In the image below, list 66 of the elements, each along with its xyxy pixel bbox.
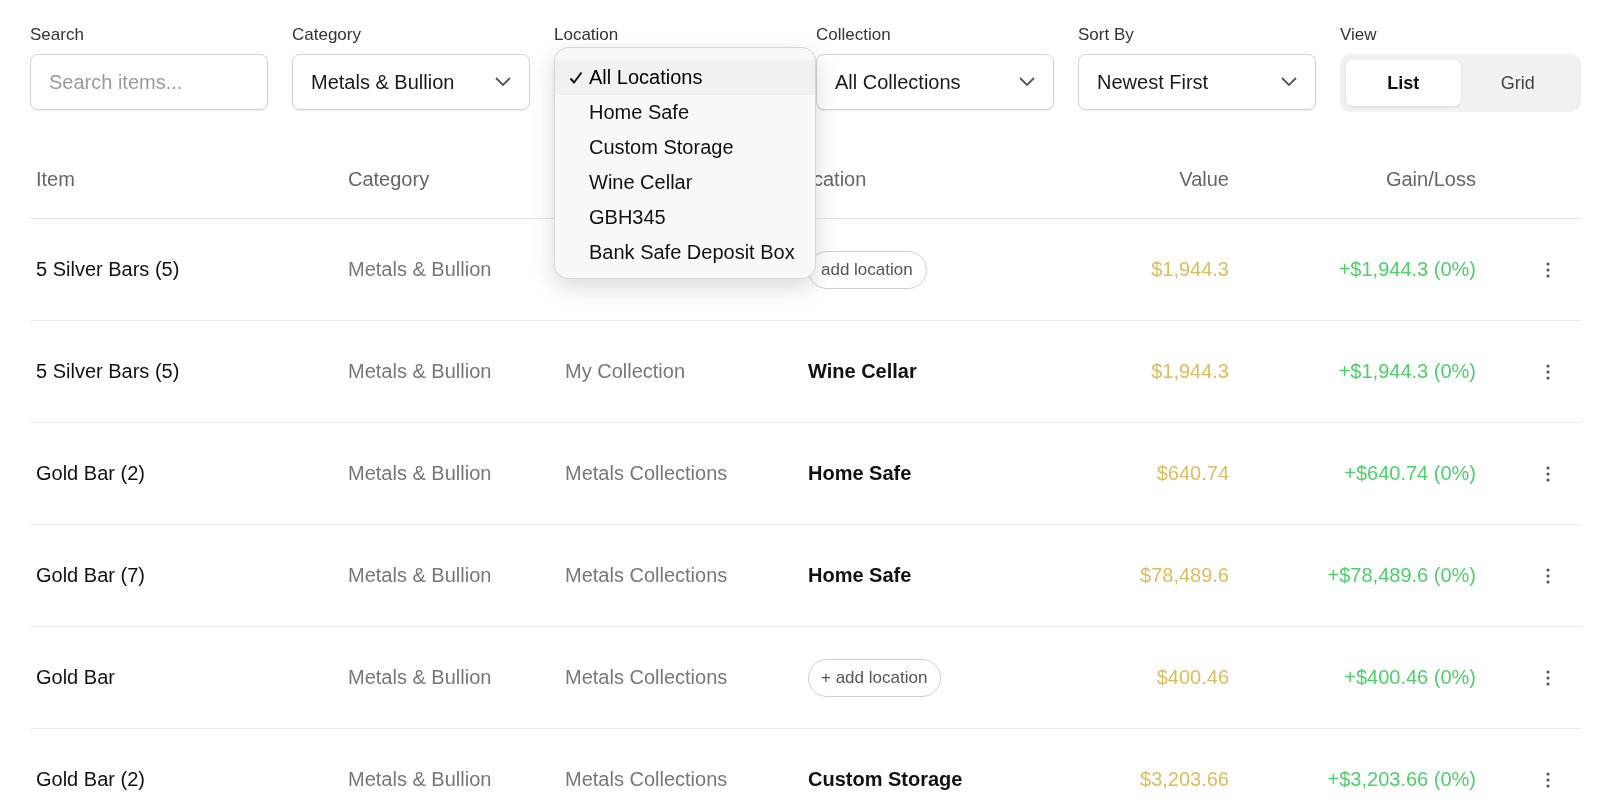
column-header: Category — [348, 168, 430, 191]
location-name: Home Safe — [808, 462, 912, 484]
view-tab[interactable]: List — [1346, 60, 1461, 106]
add-location-button[interactable]: add location — [808, 250, 927, 289]
location-name: Wine Cellar — [808, 360, 917, 382]
filter-label: Sort By — [1078, 25, 1134, 45]
gain-amount: +$640.74 (0%) — [1344, 462, 1476, 485]
dropdown-option[interactable]: Wine Cellar — [555, 165, 815, 200]
value-amount: $1,944.3 — [1151, 258, 1229, 281]
filter-label: Category — [292, 25, 361, 45]
filter-label: View — [1340, 25, 1377, 45]
search-field[interactable]: Search items... — [30, 54, 268, 110]
chevron-down-icon — [495, 77, 511, 87]
gain-amount: +$1,944.3 (0%) — [1338, 360, 1476, 383]
table-cell: Metals & Bullion — [348, 258, 492, 281]
item-name: 5 Silver Bars (5) — [36, 360, 180, 383]
sort-select[interactable]: Newest First — [1078, 54, 1316, 110]
dropdown-option[interactable]: Custom Storage — [555, 130, 815, 165]
value-amount: $3,203.66 — [1140, 768, 1229, 791]
table-cell: Metals & Bullion — [348, 564, 492, 587]
checkmark-icon — [569, 70, 583, 85]
table-cell: Metals & Bullion — [348, 768, 492, 791]
filter-label: Search — [30, 25, 84, 45]
column-header: Item — [36, 168, 75, 191]
dropdown-option[interactable]: All Locations — [555, 60, 815, 95]
column-header: Gain/Loss — [1385, 168, 1476, 191]
gain-amount: +$3,203.66 (0%) — [1327, 768, 1476, 791]
item-name: 5 Silver Bars (5) — [36, 258, 180, 281]
table-cell: Metals Collections — [565, 564, 728, 587]
table-cell: Metals & Bullion — [348, 462, 492, 485]
dropdown-option[interactable]: Home Safe — [555, 95, 815, 130]
table-cell: Metals & Bullion — [348, 666, 492, 689]
gain-amount: +$1,944.3 (0%) — [1338, 258, 1476, 281]
gain-amount: +$400.46 (0%) — [1344, 666, 1476, 689]
view-tab[interactable]: Grid — [1460, 60, 1575, 106]
more-options-icon[interactable] — [1546, 669, 1550, 686]
table-cell: Metals Collections — [565, 462, 728, 485]
filter-label: Collection — [816, 25, 891, 45]
table-cell: Metals & Bullion — [348, 360, 492, 383]
gain-amount: +$78,489.6 (0%) — [1327, 564, 1476, 587]
location-name: Custom Storage — [808, 768, 963, 790]
value-amount: $640.74 — [1156, 462, 1229, 485]
column-header: Value — [1179, 168, 1229, 191]
value-amount: $400.46 — [1156, 666, 1229, 689]
table-cell: Metals Collections — [565, 666, 728, 689]
filter-label: Location — [554, 25, 619, 45]
collection-select[interactable]: All Collections — [816, 54, 1054, 110]
more-options-icon[interactable] — [1546, 363, 1550, 380]
more-options-icon[interactable] — [1546, 261, 1550, 278]
table-cell: My Collection — [565, 360, 686, 383]
chevron-down-icon — [1281, 77, 1297, 87]
item-name: Gold Bar — [36, 666, 115, 689]
value-amount: $1,944.3 — [1151, 360, 1229, 383]
more-options-icon[interactable] — [1546, 567, 1550, 584]
value-amount: $78,489.6 — [1140, 564, 1229, 587]
more-options-icon[interactable] — [1546, 771, 1550, 788]
more-options-icon[interactable] — [1546, 465, 1550, 482]
chevron-down-icon — [1019, 77, 1035, 87]
dropdown-option[interactable]: GBH345 — [555, 200, 815, 235]
category-select[interactable]: Metals & Bullion — [292, 54, 530, 110]
item-name: Gold Bar (2) — [36, 768, 145, 791]
location-name: Home Safe — [808, 564, 912, 586]
table-cell: Metals Collections — [565, 768, 728, 791]
item-name: Gold Bar (7) — [36, 564, 145, 587]
add-location-button[interactable]: + add location — [808, 658, 942, 697]
item-name: Gold Bar (2) — [36, 462, 145, 485]
